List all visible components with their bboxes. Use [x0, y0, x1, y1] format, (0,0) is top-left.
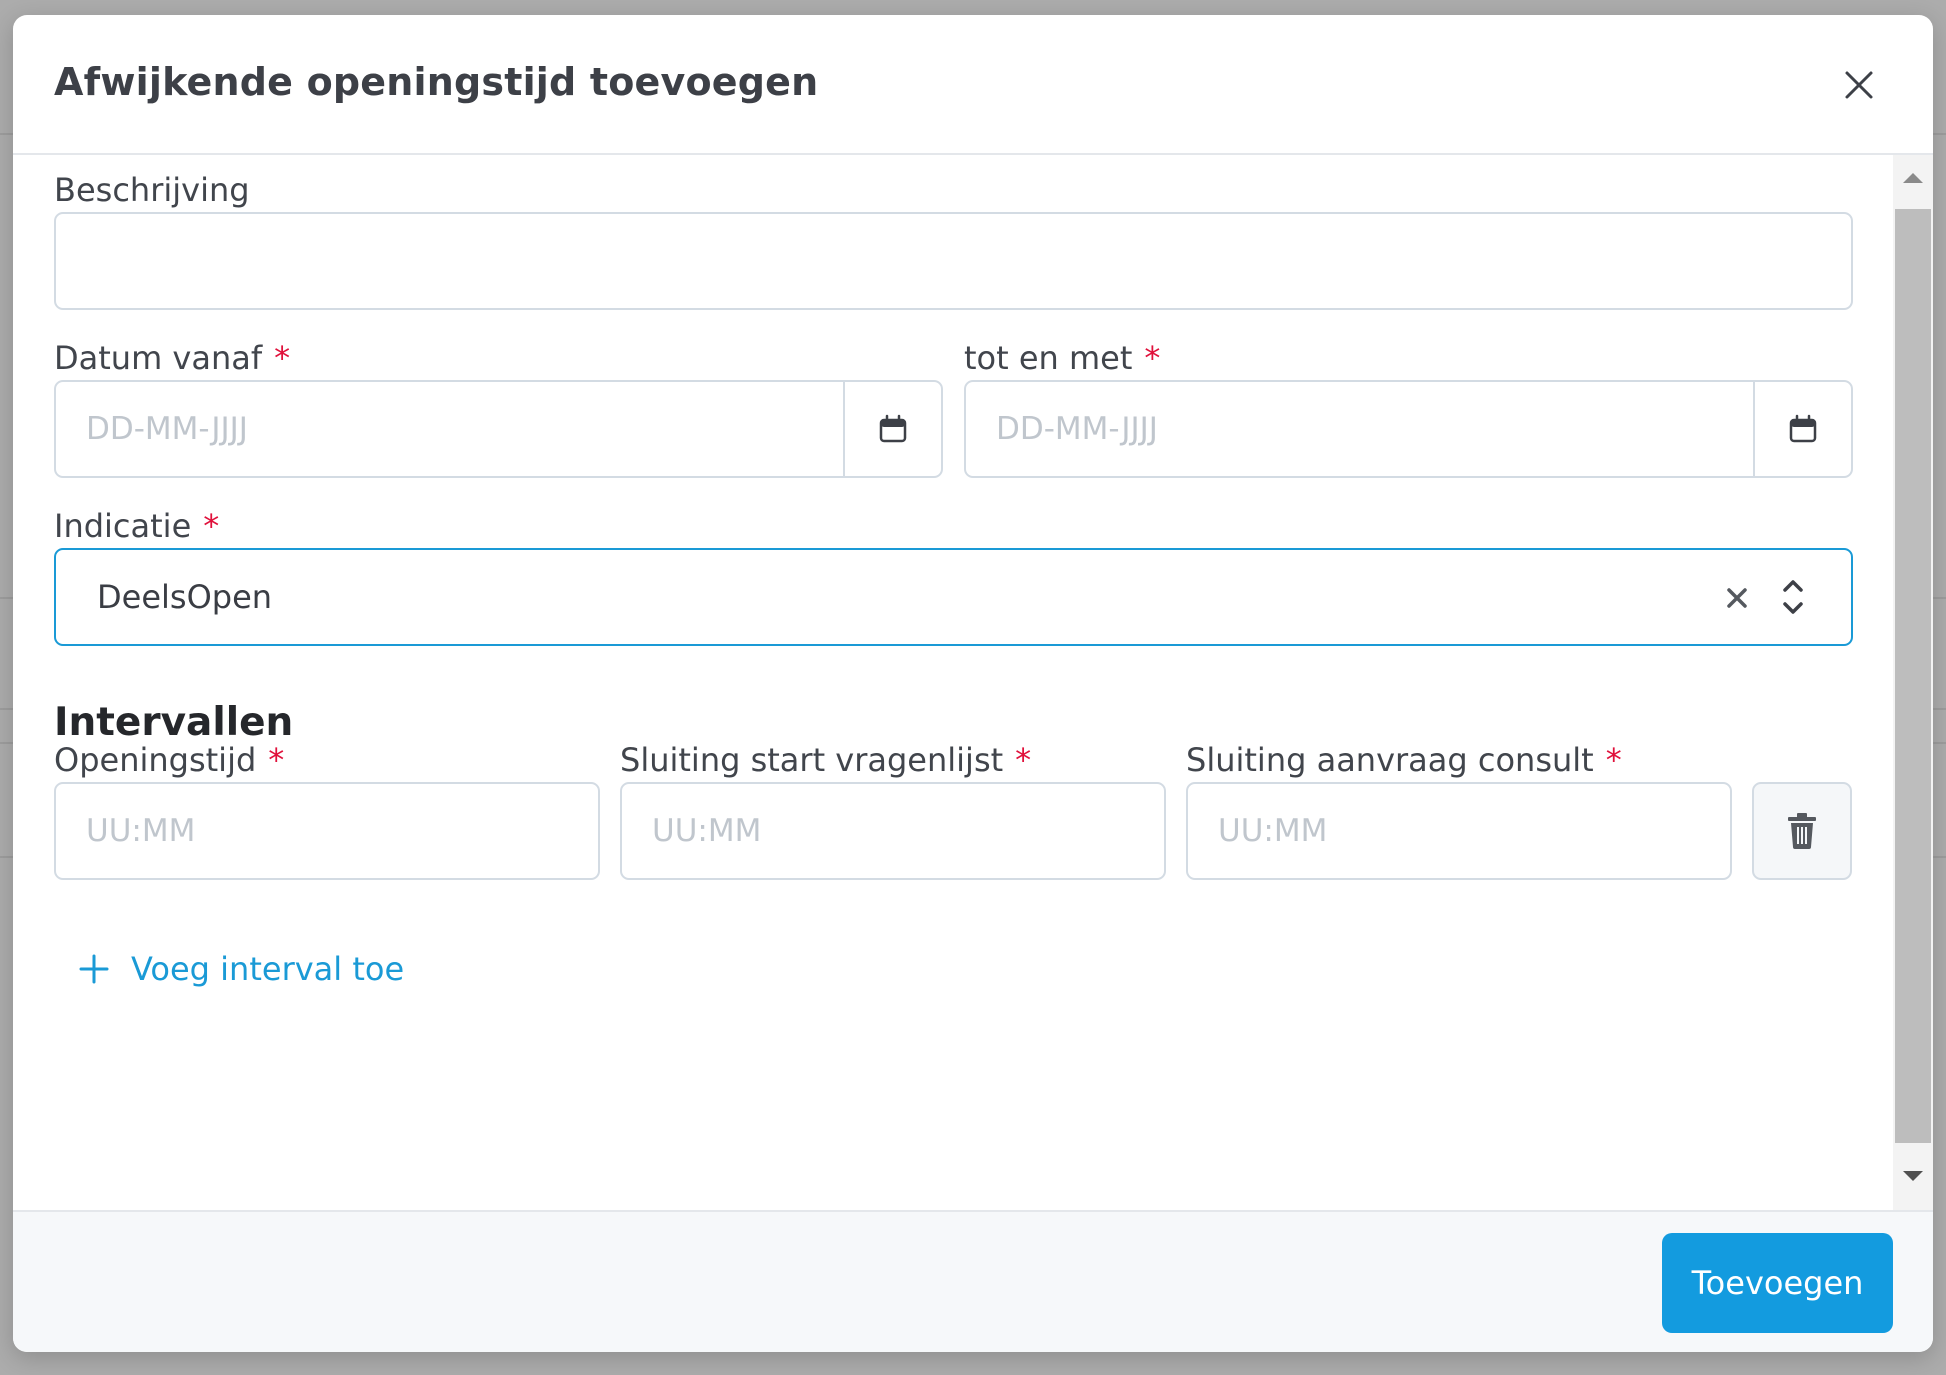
description-label: Beschrijving	[54, 171, 250, 209]
clear-icon[interactable]	[1717, 578, 1757, 618]
close-button[interactable]	[1837, 63, 1881, 107]
plus-icon	[79, 954, 109, 984]
date-from-label: Datum vanaf *	[54, 339, 291, 377]
add-interval-link[interactable]: Voeg interval toe	[79, 950, 404, 988]
modal-scrollbar[interactable]	[1893, 155, 1933, 1211]
modal-title: Afwijkende openingstijd toevoegen	[54, 60, 819, 104]
date-from-field	[54, 380, 943, 478]
intervals-section-title: Intervallen	[54, 700, 294, 745]
closing-consult-input[interactable]	[1186, 782, 1732, 880]
closing-questionnaire-label: Sluiting start vragenlijst *	[620, 741, 1032, 779]
indication-select[interactable]: DeelsOpen	[54, 548, 1853, 646]
submit-button[interactable]: Toevoegen	[1662, 1233, 1893, 1333]
closing-questionnaire-input[interactable]	[620, 782, 1166, 880]
scroll-up-arrow-icon[interactable]	[1901, 171, 1925, 185]
required-mark: *	[203, 507, 220, 545]
delete-interval-button[interactable]	[1752, 782, 1852, 880]
modal-header: Afwijkende openingstijd toevoegen	[13, 15, 1933, 155]
required-mark: *	[1144, 339, 1161, 377]
indication-label: Indicatie *	[54, 507, 220, 545]
required-mark: *	[274, 339, 291, 377]
chevron-up-down-icon[interactable]	[1779, 574, 1807, 620]
trash-icon	[1788, 813, 1816, 849]
add-interval-label: Voeg interval toe	[131, 950, 405, 988]
calendar-icon	[1789, 414, 1817, 443]
date-to-label: tot en met *	[964, 339, 1161, 377]
opening-time-input[interactable]	[54, 782, 600, 880]
scrollbar-thumb[interactable]	[1895, 209, 1931, 1143]
add-exception-modal: Afwijkende openingstijd toevoegen Beschr…	[13, 15, 1933, 1352]
date-from-input[interactable]	[56, 382, 847, 476]
required-mark: *	[268, 741, 285, 779]
close-icon	[1845, 71, 1873, 99]
date-from-calendar-button[interactable]	[843, 382, 941, 476]
indication-selected-value: DeelsOpen	[97, 578, 273, 616]
date-to-input[interactable]	[966, 382, 1757, 476]
scroll-down-arrow-icon[interactable]	[1901, 1169, 1925, 1183]
required-mark: *	[1015, 741, 1032, 779]
required-mark: *	[1605, 741, 1622, 779]
date-to-field	[964, 380, 1853, 478]
modal-footer: Toevoegen	[13, 1210, 1933, 1352]
modal-body: Beschrijving Datum vanaf* tot en met*	[13, 155, 1889, 1209]
date-to-calendar-button[interactable]	[1753, 382, 1851, 476]
opening-time-label: Openingstijd *	[54, 741, 285, 779]
calendar-icon	[879, 414, 907, 443]
description-input[interactable]	[54, 212, 1853, 310]
closing-consult-label: Sluiting aanvraag consult *	[1186, 741, 1622, 779]
